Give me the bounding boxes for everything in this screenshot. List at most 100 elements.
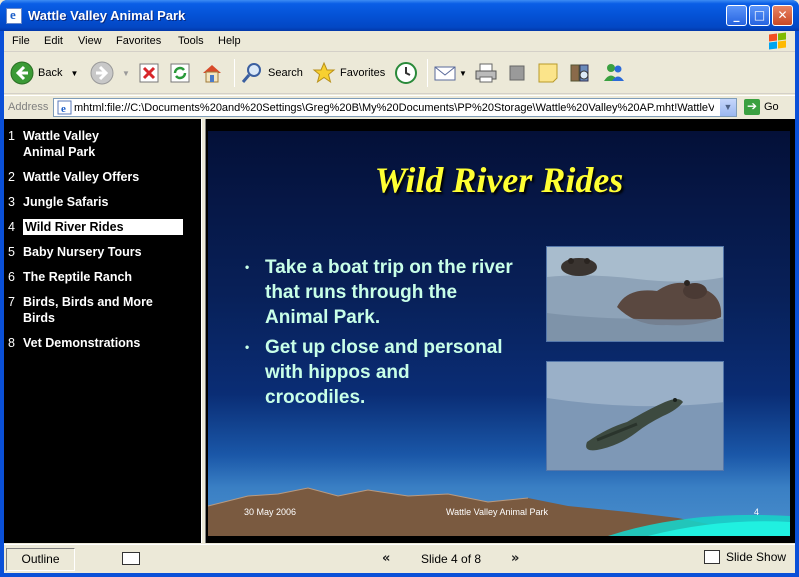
- presentation-viewer: 1 Wattle Valley Animal Park 2 Wattle Val…: [4, 119, 795, 543]
- history-button[interactable]: [394, 60, 418, 86]
- print-button[interactable]: [474, 60, 498, 86]
- footer-title: Wattle Valley Animal Park: [446, 507, 549, 517]
- outline-item-3[interactable]: 3 Jungle Safaris: [8, 194, 183, 210]
- bullet-dot-icon: •: [245, 340, 250, 354]
- mail-icon: [434, 66, 456, 81]
- crocodile-photo: [546, 361, 724, 471]
- messenger-button[interactable]: [602, 60, 626, 86]
- forward-button[interactable]: ▼: [90, 60, 130, 86]
- notes-icon[interactable]: [122, 552, 140, 565]
- menu-help[interactable]: Help: [218, 35, 241, 47]
- bullet-dot-icon: •: [245, 260, 250, 274]
- stop-icon: [139, 63, 159, 83]
- outline-label: Wild River Rides: [25, 220, 124, 234]
- outline-pane: 1 Wattle Valley Animal Park 2 Wattle Val…: [4, 119, 201, 543]
- footer-date: 30 May 2006: [244, 507, 297, 517]
- refresh-icon: [170, 63, 190, 83]
- outline-item-1[interactable]: 1 Wattle Valley Animal Park: [8, 128, 183, 160]
- address-input[interactable]: e mhtml:file://C:\Documents%20and%20Sett…: [53, 98, 737, 117]
- toolbar-separator: [427, 59, 428, 87]
- slide-show-icon: [704, 550, 720, 564]
- outline-number: 4: [8, 219, 23, 235]
- maximize-button[interactable]: □: [749, 5, 770, 26]
- slide-show-label: Slide Show: [726, 550, 787, 564]
- search-button[interactable]: Search: [240, 60, 303, 86]
- outline-item-5[interactable]: 5 Baby Nursery Tours: [8, 244, 183, 260]
- title-bar[interactable]: Wattle Valley Animal Park _ □ ✕: [0, 0, 799, 31]
- footer-slide-number: 4: [754, 507, 760, 517]
- next-slide-button[interactable]: »: [511, 551, 519, 566]
- outline-item-6[interactable]: 6 The Reptile Ranch: [8, 269, 183, 285]
- outline-label: The Reptile Ranch: [23, 270, 133, 284]
- back-button[interactable]: Back ▼: [10, 60, 78, 86]
- mail-button[interactable]: ▼: [433, 60, 467, 86]
- outline-item-4[interactable]: 4 Wild River Rides: [8, 219, 183, 235]
- close-icon: ✕: [777, 8, 788, 22]
- refresh-button[interactable]: [169, 60, 191, 86]
- window-client: File Edit View Favorites Tools Help Back…: [4, 31, 795, 573]
- menu-file[interactable]: File: [12, 35, 30, 47]
- outline-label: Jungle Safaris: [23, 195, 109, 209]
- outline-item-2[interactable]: 2 Wattle Valley Offers: [8, 169, 183, 185]
- hippo-image-icon: [547, 247, 723, 341]
- menu-bar: File Edit View Favorites Tools Help: [4, 31, 795, 52]
- back-label: Back: [38, 67, 63, 79]
- ie-app-icon[interactable]: [6, 7, 22, 24]
- bullet-item: • Take a boat trip on the river that run…: [243, 255, 513, 330]
- outline-number: 6: [8, 270, 15, 284]
- go-label: Go: [764, 101, 779, 113]
- svg-text:e: e: [61, 103, 66, 115]
- back-dropdown-icon[interactable]: ▼: [70, 69, 78, 78]
- go-button[interactable]: ➔ Go: [744, 99, 779, 115]
- window-title: Wattle Valley Animal Park: [28, 8, 186, 23]
- slide-pane: Wild River Rides • Take a boat trip on t…: [206, 119, 795, 543]
- outline-number: 1: [8, 129, 15, 143]
- close-button[interactable]: ✕: [772, 5, 793, 26]
- slide-bullets: • Take a boat trip on the river that run…: [243, 255, 513, 415]
- menu-view[interactable]: View: [78, 35, 102, 47]
- search-icon: [241, 63, 261, 83]
- forward-dropdown-icon[interactable]: ▼: [122, 69, 130, 78]
- windows-logo-icon: [767, 32, 789, 51]
- address-label: Address: [8, 101, 49, 113]
- outline-label: Birds, Birds and More Birds: [23, 295, 153, 325]
- bullet-item: • Get up close and personal with hippos …: [243, 335, 513, 410]
- outline-number: 3: [8, 195, 15, 209]
- outline-number: 2: [8, 170, 15, 184]
- favorites-button[interactable]: Favorites: [312, 60, 385, 86]
- toolbar-separator: [234, 59, 235, 87]
- home-icon: [203, 65, 221, 83]
- discuss-button[interactable]: [536, 60, 560, 86]
- outline-item-8[interactable]: 8 Vet Demonstrations: [8, 335, 183, 351]
- outline-item-7[interactable]: 7 Birds, Birds and More Birds: [8, 294, 183, 326]
- menu-favorites[interactable]: Favorites: [116, 35, 161, 47]
- address-value: mhtml:file://C:\Documents%20and%20Settin…: [74, 102, 714, 114]
- slide[interactable]: Wild River Rides • Take a boat trip on t…: [208, 131, 790, 536]
- menu-tools[interactable]: Tools: [178, 35, 204, 47]
- slide-show-button[interactable]: Slide Show: [704, 550, 786, 564]
- bullet-text: Get up close and personal with hippos an…: [265, 337, 503, 408]
- menu-edit[interactable]: Edit: [44, 35, 63, 47]
- stop-button[interactable]: [138, 60, 160, 86]
- home-button[interactable]: [200, 60, 224, 86]
- note-icon: [538, 63, 558, 83]
- favorites-label: Favorites: [340, 67, 386, 79]
- star-icon: [312, 61, 336, 84]
- page-icon: e: [57, 100, 72, 115]
- bullet-text: Take a boat trip on the river that runs …: [265, 257, 513, 328]
- search-label: Search: [268, 67, 303, 79]
- mountain-landscape-icon: [208, 487, 790, 536]
- previous-slide-button[interactable]: «: [382, 551, 390, 566]
- printer-icon: [475, 63, 497, 83]
- outline-number: 8: [8, 336, 15, 350]
- research-button[interactable]: [568, 60, 592, 86]
- outline-number: 5: [8, 245, 15, 259]
- address-dropdown-icon[interactable]: ▼: [719, 99, 736, 116]
- outline-label: Vet Demonstrations: [23, 336, 141, 350]
- mail-dropdown-icon[interactable]: ▼: [459, 69, 467, 78]
- back-arrow-icon: [10, 61, 34, 85]
- edit-button[interactable]: [507, 60, 527, 86]
- minimize-button[interactable]: _: [726, 5, 747, 26]
- browser-window: Wattle Valley Animal Park _ □ ✕ File Edi…: [0, 0, 799, 577]
- outline-toggle-button[interactable]: Outline: [6, 548, 75, 571]
